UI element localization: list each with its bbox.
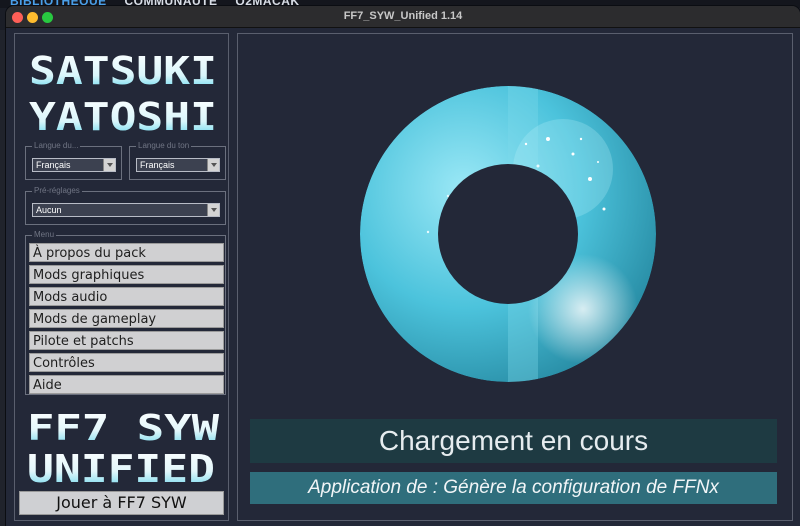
loading-status-detail: Application de : Génère la configuration… [250, 472, 777, 504]
chevron-down-icon [103, 159, 115, 171]
title-bar: FF7_SYW_Unified 1.14 [6, 6, 800, 28]
satsuki-yatoshi-logo: SATSUKI YATOSHI [29, 49, 217, 139]
voice-language-value: Français [140, 160, 175, 170]
preset-label: Pré-réglages [34, 186, 80, 195]
chevron-down-icon [207, 204, 219, 216]
window-title: FF7_SYW_Unified 1.14 [343, 10, 463, 22]
menu-item-gameplay-mods[interactable]: Mods de gameplay [29, 309, 224, 328]
menu-item-audio-mods[interactable]: Mods audio [29, 287, 224, 306]
preset-select[interactable]: Aucun [32, 203, 220, 217]
logo-line1: SATSUKI [29, 49, 217, 93]
loading-status-title: Chargement en cours [250, 419, 777, 463]
sidebar-panel: SATSUKI YATOSHI Langue du... Français La… [14, 33, 229, 521]
menu-item-controls[interactable]: Contrôles [29, 353, 224, 372]
logo-line2: YATOSHI [29, 95, 217, 139]
text-language-label: Langue du... [34, 141, 79, 150]
loading-disc-icon [360, 84, 656, 384]
menu-item-graphics-mods[interactable]: Mods graphiques [29, 265, 224, 284]
play-button[interactable]: Jouer à FF7 SYW [19, 491, 224, 515]
main-panel: Chargement en cours Application de : Gén… [237, 33, 793, 521]
voice-language-label: Langue du ton [138, 141, 190, 150]
text-language-value: Français [36, 160, 71, 170]
menu-item-drivers-patches[interactable]: Pilote et patchs [29, 331, 224, 350]
preset-value: Aucun [36, 205, 62, 215]
ff7-logo-line2: UNIFIED [27, 447, 215, 484]
ff7-logo-line1: FF7 SYW [27, 408, 219, 449]
menu-group: Menu À propos du pack Mods graphiques Mo… [25, 231, 226, 395]
menu-item-help[interactable]: Aide [29, 375, 224, 394]
installer-window: FF7_SYW_Unified 1.14 SATSUKI YATOSHI Lan… [6, 6, 800, 526]
voice-language-select[interactable]: Français [136, 158, 220, 172]
ff7-syw-unified-logo: FF7 SYW UNIFIED [27, 408, 219, 484]
text-language-select[interactable]: Français [32, 158, 116, 172]
menu-label: Menu [34, 230, 55, 239]
menu-item-about[interactable]: À propos du pack [29, 243, 224, 262]
chevron-down-icon [207, 159, 219, 171]
